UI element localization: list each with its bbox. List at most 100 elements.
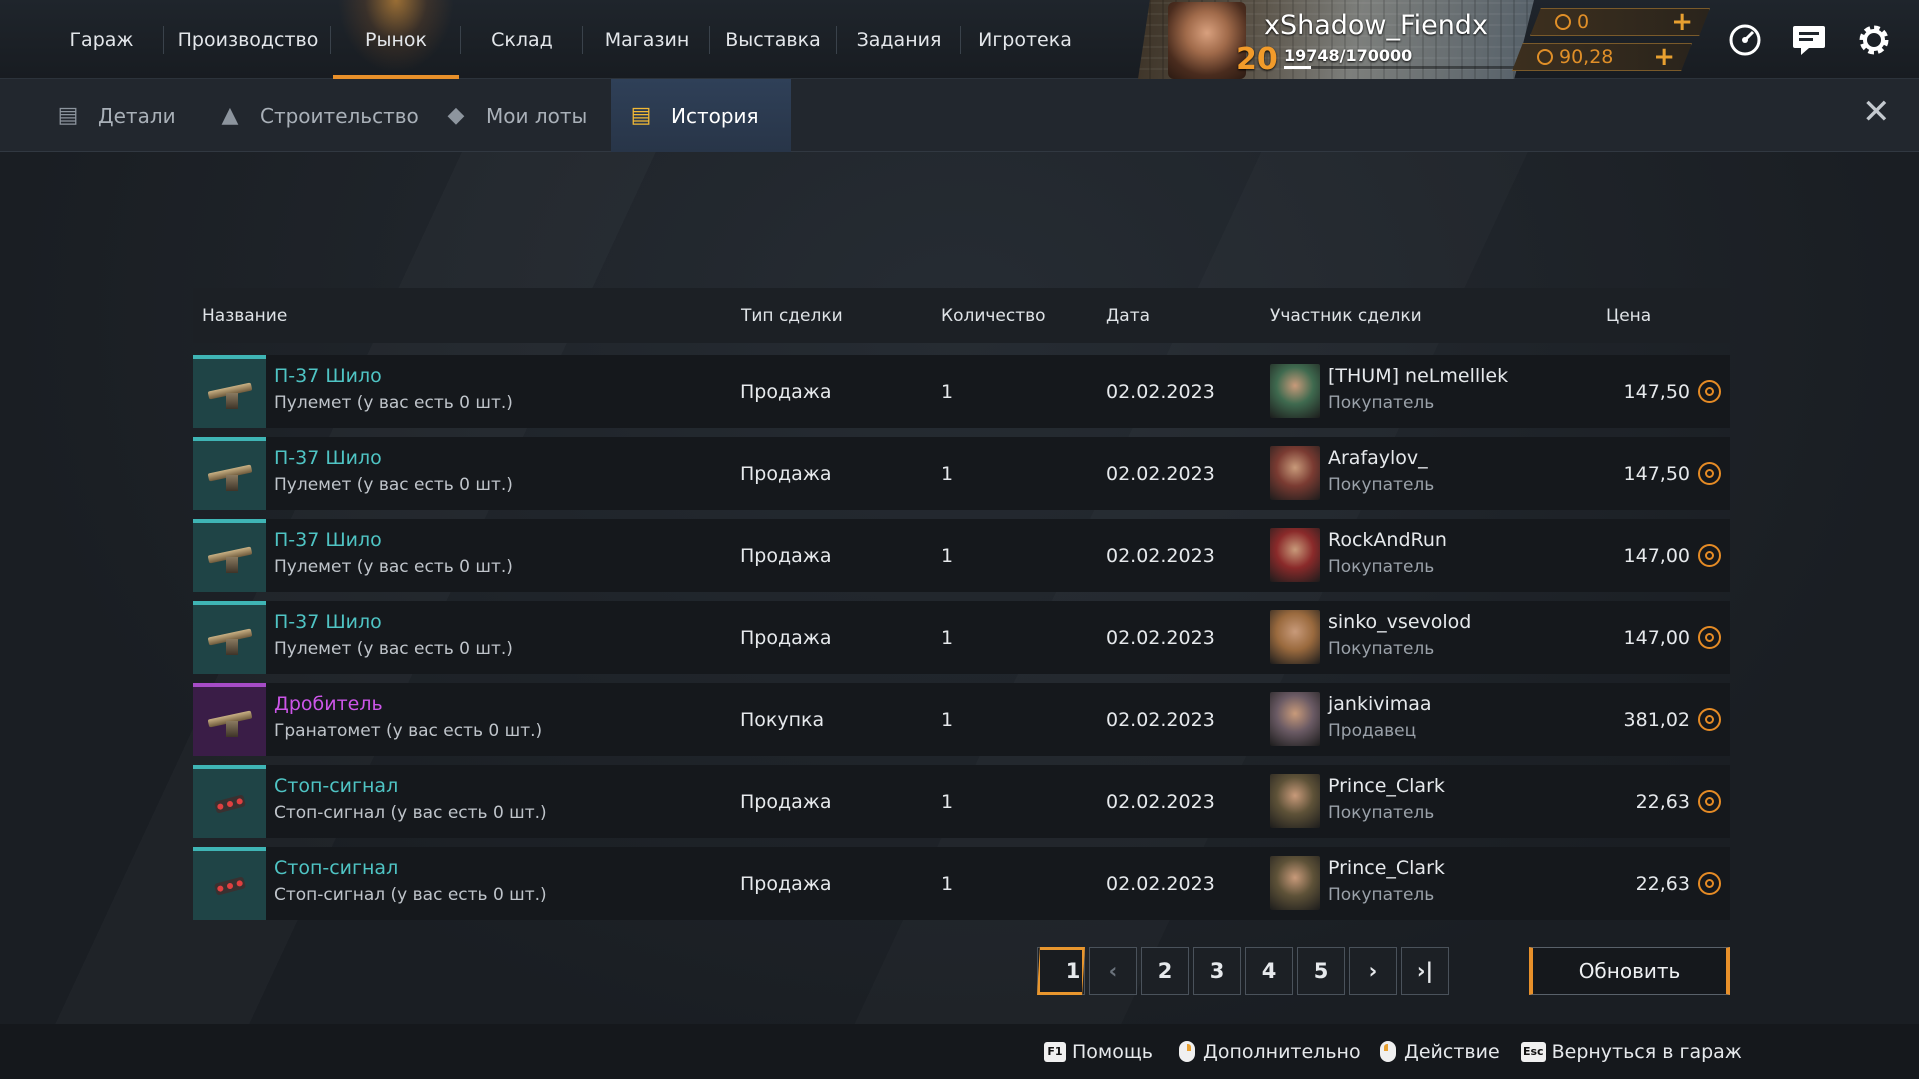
nav-tasks[interactable]: Задания	[852, 0, 946, 79]
participant-name[interactable]: jankivimaa	[1328, 693, 1432, 715]
table-row[interactable]: П-37 Шило Пулемет (у вас есть 0 шт.) Прода…	[193, 601, 1730, 674]
page-button-1[interactable]: 1	[1037, 947, 1085, 995]
participant-role: Покупатель	[1328, 557, 1435, 577]
participant-avatar	[1270, 528, 1320, 582]
add-gold-button[interactable]: +	[1653, 44, 1675, 70]
prev-page-button[interactable]: ‹	[1089, 947, 1137, 995]
item-title[interactable]: П-37 Шило	[274, 611, 513, 633]
item-title[interactable]: П-37 Шило	[274, 447, 513, 469]
participant-avatar	[1270, 610, 1320, 664]
table-row[interactable]: П-37 Шило Пулемет (у вас есть 0 шт.) Прода…	[193, 437, 1730, 510]
participant-name[interactable]: sinko_vsevolod	[1328, 611, 1471, 633]
chat-icon[interactable]	[1787, 18, 1831, 62]
item-title[interactable]: П-37 Шило	[274, 365, 513, 387]
page-button-2[interactable]: 2	[1141, 947, 1189, 995]
table-row[interactable]: П-37 Шило Пулемет (у вас есть 0 шт.) Прода…	[193, 355, 1730, 428]
quantity: 1	[941, 462, 954, 485]
item-thumbnail	[193, 437, 266, 510]
player-avatar	[1168, 2, 1246, 79]
xp-progress-fill	[1284, 66, 1311, 69]
table-body: П-37 Шило Пулемет (у вас есть 0 шт.) Прода…	[193, 355, 1730, 920]
participant-cell: Prince_Clark Покупатель	[1328, 857, 1445, 905]
mouse-right-icon	[1179, 1041, 1195, 1062]
grenade-launcher-icon	[207, 707, 252, 737]
participant-avatar	[1270, 364, 1320, 418]
nav-production[interactable]: Производство	[178, 0, 319, 79]
item-title[interactable]: Стоп-сигнал	[274, 775, 547, 797]
date: 02.02.2023	[1106, 872, 1215, 895]
next-page-button[interactable]: ›	[1349, 947, 1397, 995]
tab-construction-label: Строительство	[260, 103, 419, 128]
page-button-5[interactable]: 5	[1297, 947, 1345, 995]
xp-progress-bar	[1284, 66, 1514, 69]
additional-hint[interactable]: Дополнительно	[1179, 1024, 1361, 1079]
f1-key-icon: F1	[1044, 1041, 1066, 1062]
tab-history[interactable]: ▤ История	[611, 79, 791, 152]
gear-icon[interactable]	[1852, 18, 1896, 62]
date: 02.02.2023	[1106, 544, 1215, 567]
nav-divider	[163, 26, 164, 54]
table-header: Название Тип сделки Количество Дата Учас…	[193, 288, 1730, 343]
date: 02.02.2023	[1106, 626, 1215, 649]
table-row[interactable]: П-37 Шило Пулемет (у вас есть 0 шт.) Прода…	[193, 519, 1730, 592]
close-icon[interactable]: ✕	[1862, 95, 1891, 129]
item-thumbnail	[193, 355, 266, 428]
participant-role: Покупатель	[1328, 885, 1435, 905]
table-row[interactable]: Стоп-сигнал Стоп-сигнал (у вас есть 0 шт.…	[193, 765, 1730, 838]
participant-name[interactable]: Prince_Clark	[1328, 775, 1445, 797]
history-table: Название Тип сделки Количество Дата Учас…	[193, 288, 1730, 920]
item-cell: П-37 Шило Пулемет (у вас есть 0 шт.)	[274, 529, 513, 577]
nav-shop[interactable]: Магазин	[597, 0, 697, 79]
page-button-3[interactable]: 3	[1193, 947, 1241, 995]
participant-role: Покупатель	[1328, 393, 1435, 413]
action-hint[interactable]: Действие	[1380, 1024, 1500, 1079]
table-row[interactable]: Стоп-сигнал Стоп-сигнал (у вас есть 0 шт.…	[193, 847, 1730, 920]
price: 381,02	[1623, 708, 1690, 731]
item-title[interactable]: П-37 Шило	[274, 529, 513, 551]
participant-cell: jankivimaa Продавец	[1328, 693, 1432, 741]
quantity: 1	[941, 380, 954, 403]
help-hint[interactable]: F1 Помощь	[1044, 1024, 1153, 1079]
nav-warehouse[interactable]: Склад	[476, 0, 568, 79]
back-to-garage-hint[interactable]: Esc Вернуться в гараж	[1521, 1024, 1742, 1079]
quantity: 1	[941, 790, 954, 813]
date: 02.02.2023	[1106, 380, 1215, 403]
page-button-4[interactable]: 4	[1245, 947, 1293, 995]
tab-history-label: История	[671, 103, 759, 128]
nav-market[interactable]: Рынок	[333, 0, 459, 79]
last-page-button[interactable]: ›|	[1401, 947, 1449, 995]
item-title[interactable]: Дробитель	[274, 693, 542, 715]
machine-gun-icon	[207, 543, 252, 573]
column-name: Название	[202, 305, 288, 326]
date: 02.02.2023	[1106, 708, 1215, 731]
item-cell: П-37 Шило Пулемет (у вас есть 0 шт.)	[274, 611, 513, 659]
refresh-button[interactable]: Обновить	[1529, 947, 1730, 995]
player-profile[interactable]: xShadow_Fiendx 20 19748/170000	[1138, 0, 1534, 79]
nav-game-room[interactable]: Игротека	[975, 0, 1075, 79]
item-title[interactable]: Стоп-сигнал	[274, 857, 547, 879]
nav-exhibition[interactable]: Выставка	[720, 0, 826, 79]
nav-garage[interactable]: Гараж	[60, 0, 143, 79]
table-row[interactable]: Дробитель Гранатомет (у вас есть 0 шт.) По…	[193, 683, 1730, 756]
participant-avatar	[1270, 692, 1320, 746]
participant-name[interactable]: Arafaylov_	[1328, 447, 1434, 469]
participant-name[interactable]: RockAndRun	[1328, 529, 1447, 551]
column-price: Цена	[1606, 305, 1652, 326]
speedometer-icon[interactable]	[1723, 18, 1767, 62]
tab-construction[interactable]: ▲ Строительство	[216, 79, 419, 152]
price: 22,63	[1635, 872, 1690, 895]
pagination: |‹ ‹ 1 2 3 4 5 › ›|	[1037, 947, 1453, 995]
price: 22,63	[1635, 790, 1690, 813]
help-label: Помощь	[1072, 1040, 1153, 1063]
esc-key-icon: Esc	[1521, 1041, 1546, 1062]
item-cell: Стоп-сигнал Стоп-сигнал (у вас есть 0 шт.…	[274, 775, 547, 823]
add-coins-button[interactable]: +	[1671, 9, 1693, 35]
item-thumbnail	[193, 765, 266, 838]
participant-name[interactable]: [THUM] neLmelllek	[1328, 365, 1508, 387]
item-cell: Стоп-сигнал Стоп-сигнал (у вас есть 0 шт.…	[274, 857, 547, 905]
car-icon: ▤	[57, 103, 79, 128]
deal-type: Продажа	[740, 380, 832, 403]
participant-name[interactable]: Prince_Clark	[1328, 857, 1445, 879]
tab-my-lots[interactable]: ◆ Мои лоты	[442, 79, 588, 152]
tab-details[interactable]: ▤ Детали	[54, 79, 176, 152]
